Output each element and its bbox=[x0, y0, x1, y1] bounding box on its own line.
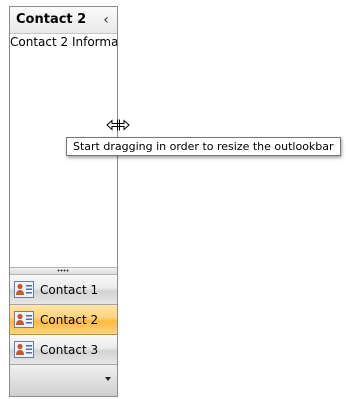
outlookbar-header: Contact 2 ‹ bbox=[10, 7, 117, 34]
collapse-button[interactable]: ‹ bbox=[99, 12, 113, 28]
overflow-dropdown-icon[interactable] bbox=[105, 377, 111, 381]
outlookbar-item-contact-2[interactable]: Contact 2 bbox=[10, 305, 117, 335]
item-label: Contact 1 bbox=[40, 283, 99, 297]
contact-card-icon bbox=[14, 281, 34, 298]
item-label: Contact 2 bbox=[40, 313, 99, 327]
tooltip-text: Start dragging in order to resize the ou… bbox=[73, 140, 334, 153]
grip-icon bbox=[57, 269, 69, 272]
content-text: Contact 2 Information bbox=[10, 35, 117, 49]
contact-card-icon bbox=[14, 311, 34, 328]
item-label: Contact 3 bbox=[40, 343, 99, 357]
overflow-area bbox=[10, 365, 117, 396]
tooltip: Start dragging in order to resize the ou… bbox=[66, 137, 341, 156]
outlookbar: Contact 2 ‹ Contact 2 Information Contac… bbox=[9, 6, 118, 397]
outlookbar-item-contact-1[interactable]: Contact 1 bbox=[10, 275, 117, 305]
outlookbar-item-contact-3[interactable]: Contact 3 bbox=[10, 335, 117, 365]
header-title: Contact 2 bbox=[16, 12, 87, 27]
resize-cursor-icon bbox=[106, 119, 130, 131]
resize-splitter[interactable] bbox=[10, 267, 117, 275]
contact-card-icon bbox=[14, 341, 34, 358]
